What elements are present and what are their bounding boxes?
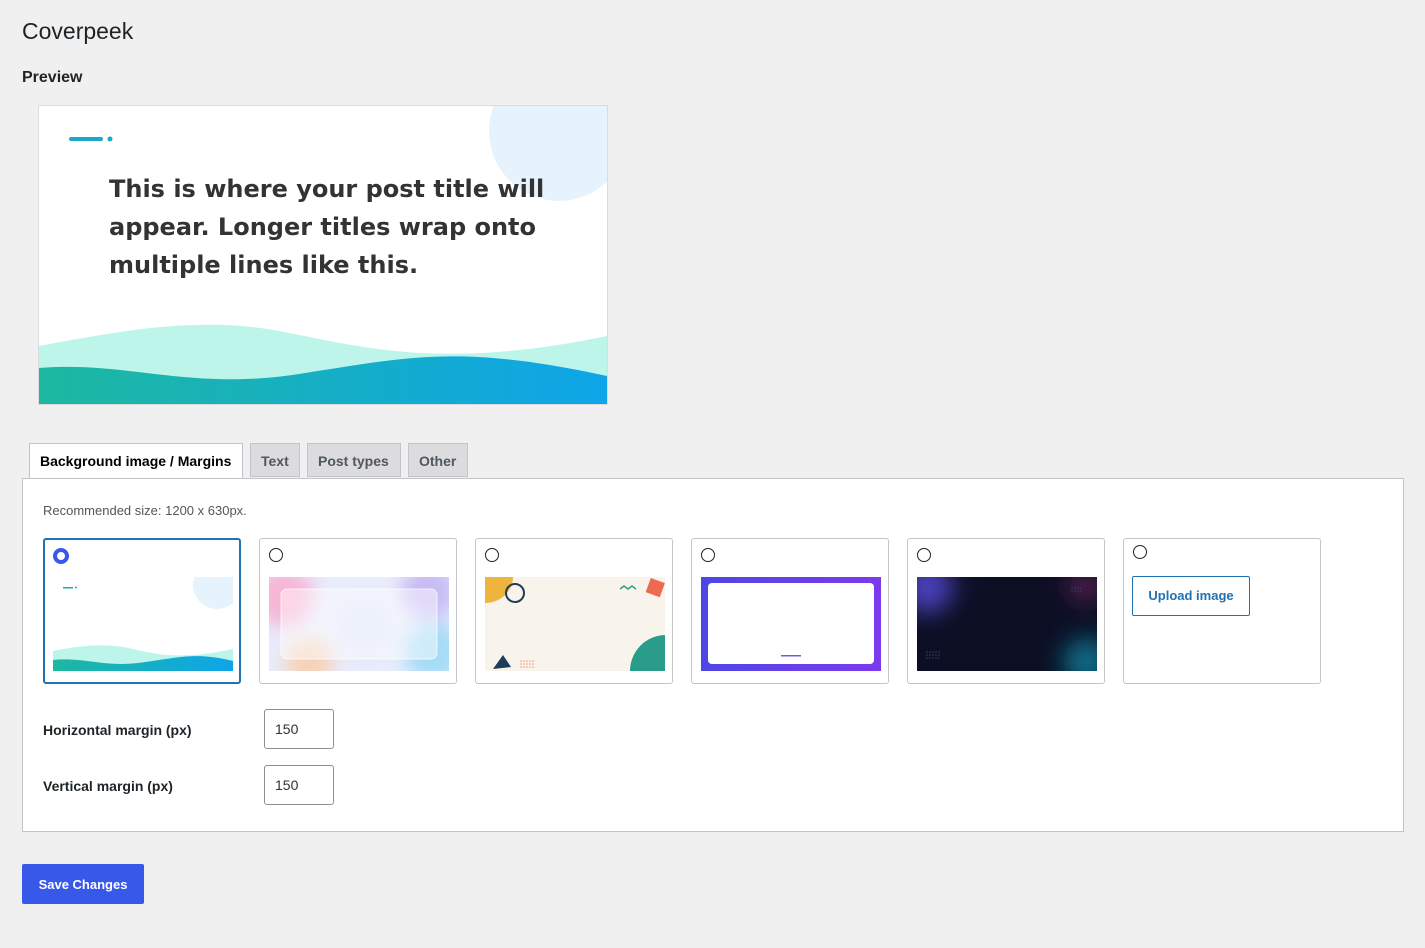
tab-background-margins[interactable]: Background image / Margins (29, 443, 243, 479)
pastel-glass-thumbnail (269, 577, 449, 671)
background-option-upload[interactable]: Upload image (1123, 538, 1321, 684)
radio-button[interactable] (485, 548, 499, 562)
recommended-size-hint: Recommended size: 1200 x 630px. (43, 503, 247, 518)
radio-button[interactable] (701, 548, 715, 562)
background-option-dark-glow[interactable] (907, 538, 1105, 684)
tab-text[interactable]: Text (250, 443, 300, 477)
waves-thumbnail (53, 577, 233, 671)
background-option-pastel-glass[interactable] (259, 538, 457, 684)
upload-image-button[interactable]: Upload image (1132, 576, 1250, 616)
horizontal-margin-input[interactable] (264, 709, 334, 749)
cover-preview: This is where your post title will appea… (38, 105, 608, 405)
preview-heading: Preview (22, 69, 83, 86)
purple-frame-thumbnail (701, 577, 881, 671)
page-title: Coverpeek (22, 18, 134, 44)
tab-other[interactable]: Other (408, 443, 468, 477)
settings-panel: Recommended size: 1200 x 630px. Upload i… (22, 478, 1404, 832)
radio-button[interactable] (269, 548, 283, 562)
background-option-waves[interactable] (43, 538, 241, 684)
save-changes-button[interactable]: Save Changes (22, 864, 144, 904)
preview-post-title: This is where your post title will appea… (109, 175, 545, 279)
vertical-margin-input[interactable] (264, 765, 334, 805)
vertical-margin-label: Vertical margin (px) (43, 778, 173, 794)
tab-post-types[interactable]: Post types (307, 443, 401, 477)
radio-button[interactable] (917, 548, 931, 562)
horizontal-margin-label: Horizontal margin (px) (43, 722, 192, 738)
dark-glow-thumbnail (917, 577, 1097, 671)
memphis-shapes-thumbnail (485, 577, 665, 671)
background-option-memphis-shapes[interactable] (475, 538, 673, 684)
radio-button[interactable] (1133, 545, 1147, 559)
radio-button[interactable] (53, 548, 69, 564)
background-option-purple-frame[interactable] (691, 538, 889, 684)
